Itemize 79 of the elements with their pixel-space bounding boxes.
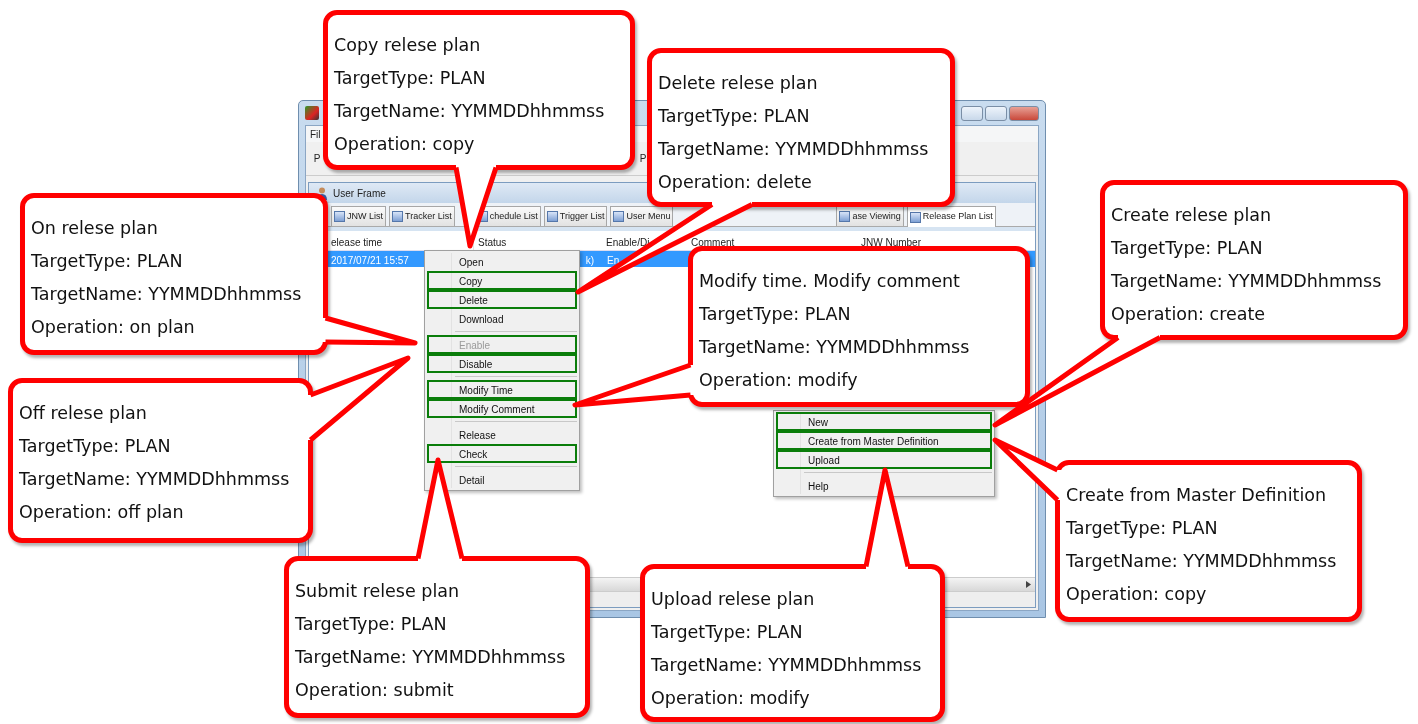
callout-text: TargetName: YYMMDDhhmmss <box>699 336 970 359</box>
menu-item[interactable]: Upload <box>776 450 992 469</box>
menu-item[interactable]: Release <box>427 425 577 444</box>
list-icon <box>613 211 625 222</box>
tab[interactable]: User Menu <box>610 206 674 226</box>
callout-text: Operation: delete <box>658 171 812 194</box>
callout-text: Operation: on plan <box>31 316 195 339</box>
column-header[interactable]: Status <box>478 237 507 248</box>
callout-title: Upload relese plan <box>651 588 815 611</box>
app-icon <box>305 106 319 120</box>
callout-text: TargetType: PLAN <box>651 621 803 644</box>
menu-item[interactable]: Download <box>427 309 577 328</box>
toolbar-button[interactable]: P <box>313 152 321 165</box>
column-header[interactable]: elease time <box>331 237 383 248</box>
callout-text: TargetName: YYMMDDhhmmss <box>295 646 566 669</box>
column-header[interactable]: Enable/Di <box>606 237 650 248</box>
menu-item[interactable]: Modify Time <box>427 380 577 399</box>
list-icon <box>909 211 921 223</box>
tab[interactable]: Tracker List <box>389 206 455 226</box>
callout-title: Create from Master Definition <box>1066 484 1327 507</box>
callout-text: Operation: modify <box>699 369 858 392</box>
column-header[interactable]: JNW Number <box>861 237 921 248</box>
menu-item[interactable]: Disable <box>427 354 577 373</box>
callout-title: Copy relese plan <box>334 34 481 57</box>
toolbar-button[interactable]: P <box>639 152 647 165</box>
list-icon <box>392 211 403 222</box>
callout-title: Modify time. Modify comment <box>699 270 960 293</box>
tab[interactable]: JNW List <box>331 206 386 226</box>
callout-title: On relese plan <box>31 217 158 240</box>
menu-item[interactable]: Check <box>427 444 577 463</box>
callout-text: TargetName: YYMMDDhhmmss <box>1111 270 1382 293</box>
tab[interactable]: ase Viewing <box>836 206 904 226</box>
table-cell: 2017/07/21 15:57 <box>331 255 409 266</box>
callout-text: TargetType: PLAN <box>699 303 851 326</box>
menu-item[interactable]: Create from Master Definition <box>776 431 992 450</box>
menu-item[interactable]: New <box>776 412 992 431</box>
tab[interactable]: Release Plan List <box>906 206 996 227</box>
callout-text: Operation: off plan <box>19 501 184 524</box>
callout-text: TargetType: PLAN <box>334 67 486 90</box>
maximize-button[interactable] <box>985 105 1007 121</box>
callout-text: TargetName: YYMMDDhhmmss <box>334 100 605 123</box>
callout-text: TargetType: PLAN <box>1066 517 1218 540</box>
callout-text: TargetType: PLAN <box>19 435 171 458</box>
callout-text: TargetName: YYMMDDhhmmss <box>658 138 929 161</box>
close-button[interactable] <box>1009 105 1039 121</box>
list-icon <box>839 211 851 222</box>
minimize-button[interactable] <box>961 105 983 121</box>
scroll-right-icon[interactable] <box>1026 581 1031 588</box>
menu-item[interactable]: Help <box>776 476 992 495</box>
callout-text: TargetType: PLAN <box>658 105 810 128</box>
frame-title: User Frame <box>333 186 386 201</box>
callout-title: Submit relese plan <box>295 580 460 603</box>
menu-item[interactable]: Fil <box>310 126 321 142</box>
callout-text: TargetType: PLAN <box>1111 237 1263 260</box>
tab[interactable]: Trigger List <box>543 206 608 226</box>
list-icon <box>546 211 558 222</box>
menu-item[interactable]: Delete <box>427 290 577 309</box>
menu-item[interactable]: Modify Comment <box>427 399 577 418</box>
table-cell: k) <box>585 255 594 266</box>
list-icon <box>334 211 345 222</box>
callout-text: Operation: copy <box>1066 583 1207 606</box>
callout-title: Create relese plan <box>1111 204 1272 227</box>
menu-item[interactable]: Copy <box>427 271 577 290</box>
column-header[interactable]: Comment <box>691 237 735 248</box>
callout-text: Operation: modify <box>651 687 810 710</box>
table-cell: En <box>607 255 620 266</box>
callout-text: TargetName: YYMMDDhhmmss <box>19 468 290 491</box>
callout-title: Delete relese plan <box>658 72 818 95</box>
callout-text: TargetName: YYMMDDhhmmss <box>31 283 302 306</box>
callout-text: TargetName: YYMMDDhhmmss <box>651 654 922 677</box>
menu-item[interactable]: Open <box>427 252 577 271</box>
callout-text: Operation: copy <box>334 133 475 156</box>
menu-item[interactable]: Detail <box>427 470 577 489</box>
callout-text: TargetName: YYMMDDhhmmss <box>1066 550 1337 573</box>
callout-title: Off relese plan <box>19 402 147 425</box>
callout-text: Operation: create <box>1111 303 1266 326</box>
callout-text: TargetType: PLAN <box>31 250 183 273</box>
callout-text: Operation: submit <box>295 679 454 702</box>
callout-text: TargetType: PLAN <box>295 613 447 636</box>
